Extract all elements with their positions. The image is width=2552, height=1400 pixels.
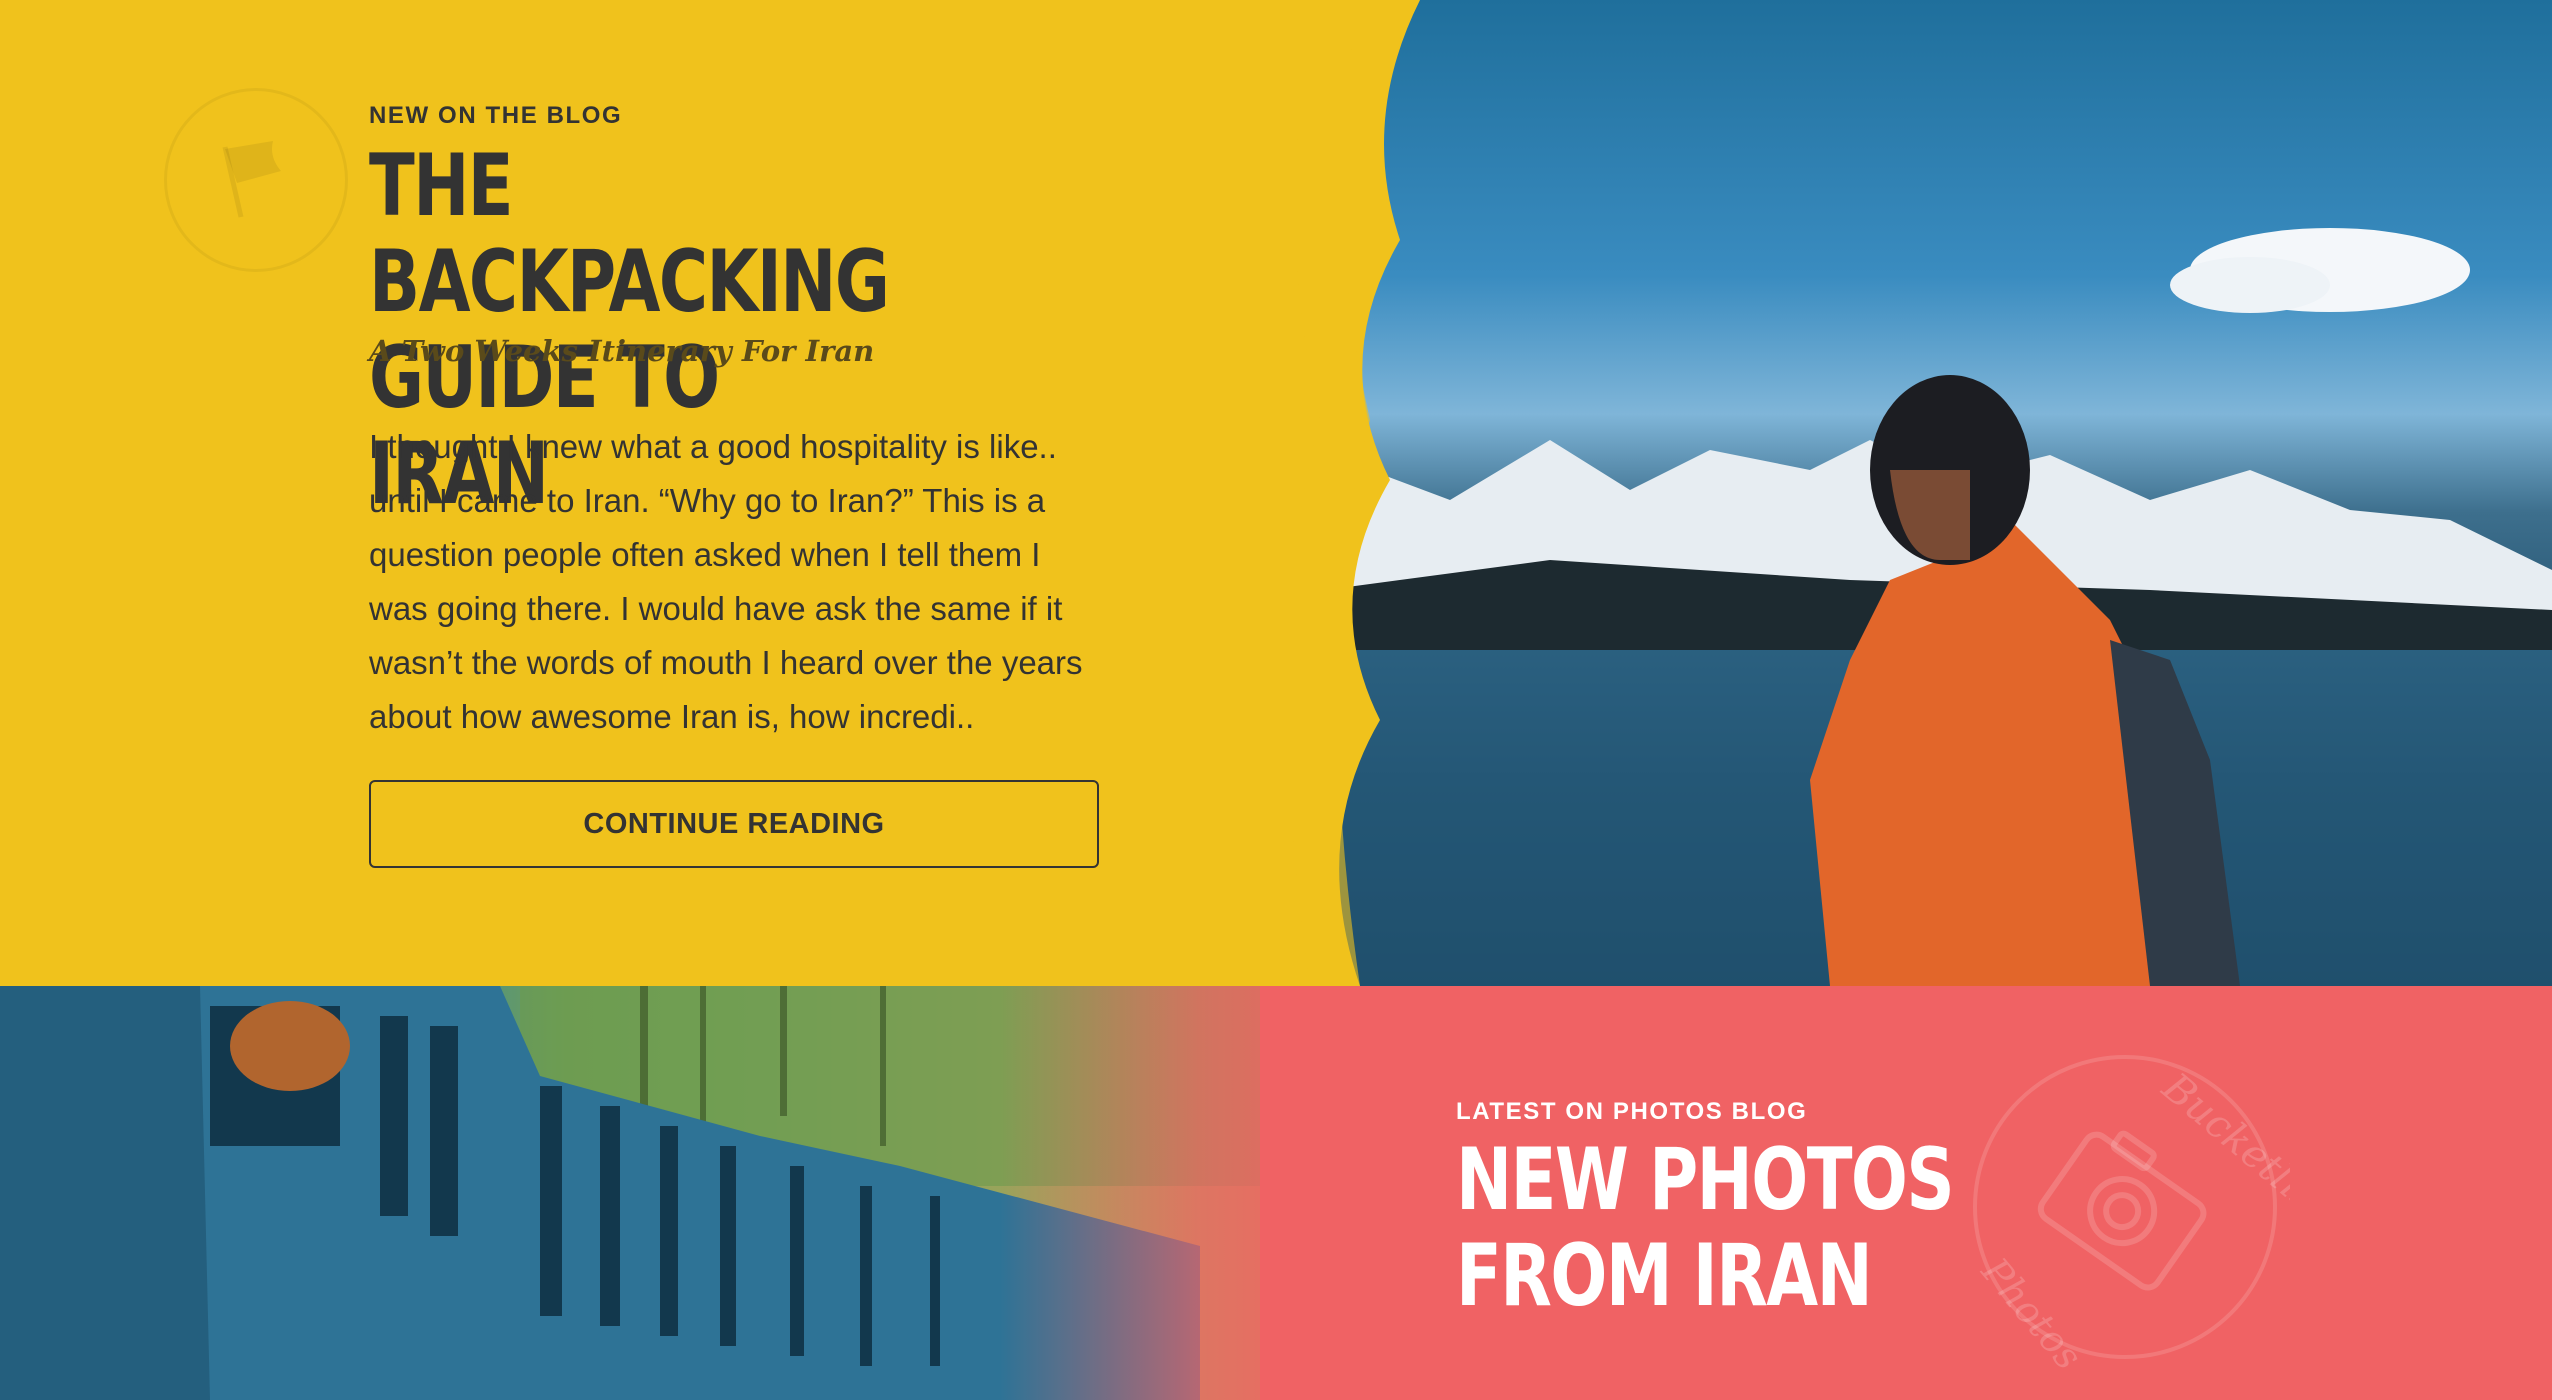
blog-post-subtitle: A Two Weeks Itinerary For Iran	[369, 334, 875, 368]
camera-stamp: Bucketlistly Photos	[1972, 1055, 2290, 1372]
continue-reading-button[interactable]: CONTINUE READING	[369, 780, 1099, 868]
flag-emblem	[164, 88, 348, 272]
blog-post-excerpt: I thought I knew what a good hospitality…	[369, 428, 1083, 735]
flag-icon	[222, 141, 281, 218]
stamp-text-bottom: Photos	[1972, 1249, 2090, 1372]
brush-stroke-overlay	[1060, 0, 1420, 986]
blog-feature-section: NEW ON THE BLOG THE BACKPACKING GUIDE TO…	[0, 0, 2552, 986]
blog-kicker: NEW ON THE BLOG	[369, 102, 623, 129]
photos-kicker: LATEST ON PHOTOS BLOG	[1456, 1098, 1808, 1125]
red-brush-overlay	[1000, 986, 1500, 1400]
camera-icon	[2037, 1130, 2207, 1291]
photos-post-title[interactable]: NEW PHOTOS FROM IRAN	[1456, 1132, 1986, 1324]
photos-feature-section: Bucketlistly Photos LATEST ON PHOTOS BLO…	[0, 986, 2552, 1400]
